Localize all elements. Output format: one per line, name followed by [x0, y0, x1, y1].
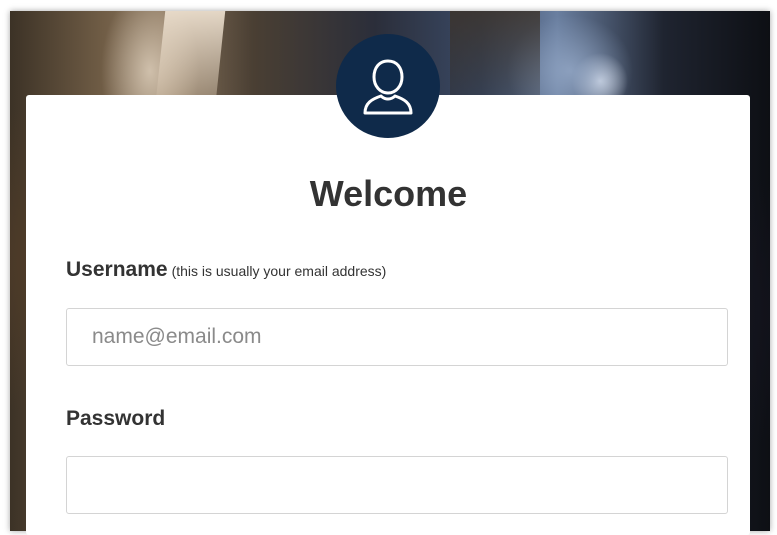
username-label: Username (this is usually your email addr…	[66, 258, 386, 282]
username-field[interactable]	[66, 308, 728, 366]
avatar	[336, 34, 440, 138]
user-icon	[363, 59, 413, 115]
password-field[interactable]	[66, 456, 728, 514]
username-hint: (this is usually your email address)	[171, 263, 387, 279]
username-label-text: Username	[66, 258, 168, 281]
page-title: Welcome	[309, 173, 468, 214]
password-label: Password	[66, 407, 166, 430]
